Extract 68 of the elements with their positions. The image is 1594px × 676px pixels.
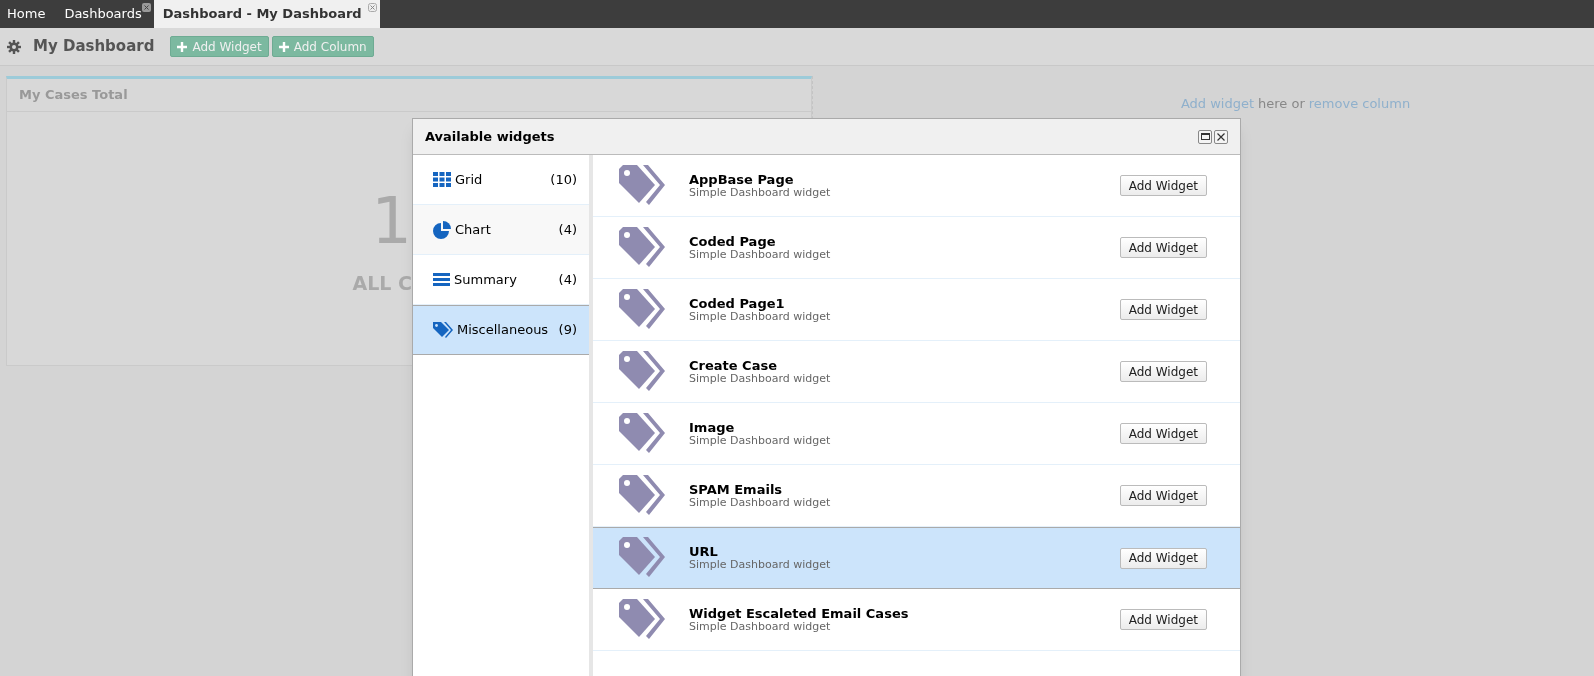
tags-icon	[619, 164, 665, 207]
category-item[interactable]: Miscellaneous (9)	[413, 305, 589, 355]
tab[interactable]: Dashboards	[57, 0, 154, 28]
pie-chart-icon	[433, 220, 451, 239]
category-count: (10)	[550, 170, 577, 189]
tab[interactable]: Home	[0, 0, 58, 28]
widget-description: Simple Dashboard widget	[689, 620, 832, 633]
widget-name: Coded Page	[689, 234, 776, 249]
widget-row[interactable]: AppBase Page Simple Dashboard widget Add Widget	[593, 155, 1240, 217]
tags-icon	[619, 226, 665, 269]
widget-name: AppBase Page	[689, 172, 795, 187]
tags-icon	[619, 537, 665, 579]
category-item[interactable]: Grid (10)	[413, 155, 589, 205]
widget-name: URL	[689, 545, 719, 560]
widget-row[interactable]: Create Case Simple Dashboard widget Add Widget	[593, 341, 1240, 403]
widget-row[interactable]: Image Simple Dashboard widget Add Widget	[593, 403, 1240, 465]
plus-icon	[278, 41, 289, 52]
maximize-icon	[1200, 133, 1210, 140]
widget-row[interactable]: Coded Page Simple Dashboard widget Add Widget	[593, 217, 1240, 279]
widget-description: Simple Dashboard widget	[689, 186, 832, 199]
close-icon[interactable]	[141, 3, 151, 12]
tags-icon	[433, 321, 453, 339]
widget-description: Simple Dashboard widget	[689, 248, 832, 261]
widget-description: Simple Dashboard widget	[689, 372, 832, 385]
add-widget-button[interactable]: Add Widget	[1119, 175, 1207, 196]
add-widget-button[interactable]: Add Widget	[1119, 547, 1207, 569]
grid-icon	[433, 172, 451, 187]
widget-description: Simple Dashboard widget	[689, 496, 832, 509]
tab[interactable]: Dashboard - My Dashboard	[153, 0, 380, 28]
widget-description: Simple Dashboard widget	[689, 559, 832, 571]
column-hint-text: here or	[1258, 95, 1305, 112]
category-count: (4)	[558, 220, 577, 239]
tags-icon	[619, 350, 665, 393]
widget-description: Simple Dashboard widget	[689, 434, 832, 447]
add-widget-button[interactable]: Add Widget	[1119, 361, 1207, 382]
widget-name: Image	[689, 420, 736, 435]
widget-row[interactable]: Coded Page1 Simple Dashboard widget Add Widget	[593, 279, 1240, 341]
widget-row[interactable]: SPAM Emails Simple Dashboard widget Add Widget	[593, 465, 1240, 527]
maximize-button[interactable]	[1198, 129, 1212, 144]
category-count: (9)	[558, 321, 577, 340]
category-item[interactable]: Chart (4)	[413, 205, 589, 255]
widget-name: Widget Escaleted Email Cases	[689, 606, 910, 621]
widget-name: SPAM Emails	[689, 482, 784, 497]
widget-row[interactable]: URL Simple Dashboard widget Add Widget	[593, 527, 1240, 589]
category-item[interactable]: Summary (4)	[413, 255, 589, 305]
dialog-title: Available widgets	[425, 127, 556, 146]
tags-icon	[619, 474, 665, 517]
widget-row[interactable]: Widget Escaleted Email Cases Simple Dashboard widget Add Widget	[593, 589, 1240, 651]
settings-icon[interactable]	[7, 39, 21, 54]
widget-title: My Cases Total	[19, 86, 128, 105]
widget-name: Coded Page1	[689, 296, 785, 311]
category-count: (4)	[558, 270, 577, 289]
add-widget-button[interactable]: Add Widget	[1119, 299, 1207, 320]
tags-icon	[619, 412, 665, 455]
list-icon	[433, 273, 450, 286]
tags-icon	[619, 288, 665, 331]
add-widget-button[interactable]: Add Widget	[1119, 485, 1207, 506]
close-icon[interactable]	[367, 3, 377, 12]
plus-icon	[177, 41, 188, 52]
tags-icon	[619, 598, 665, 641]
add-widget-button[interactable]: Add Widget	[1119, 609, 1207, 630]
add-widget-button[interactable]: Add Widget	[1119, 423, 1207, 444]
dashboard-title: My Dashboard	[33, 36, 155, 58]
close-icon	[1217, 132, 1225, 141]
widget-description: Simple Dashboard widget	[689, 310, 832, 323]
widget-name: Create Case	[689, 358, 778, 373]
add-widget-button[interactable]: Add Widget	[1119, 237, 1207, 258]
close-button[interactable]	[1214, 129, 1228, 144]
